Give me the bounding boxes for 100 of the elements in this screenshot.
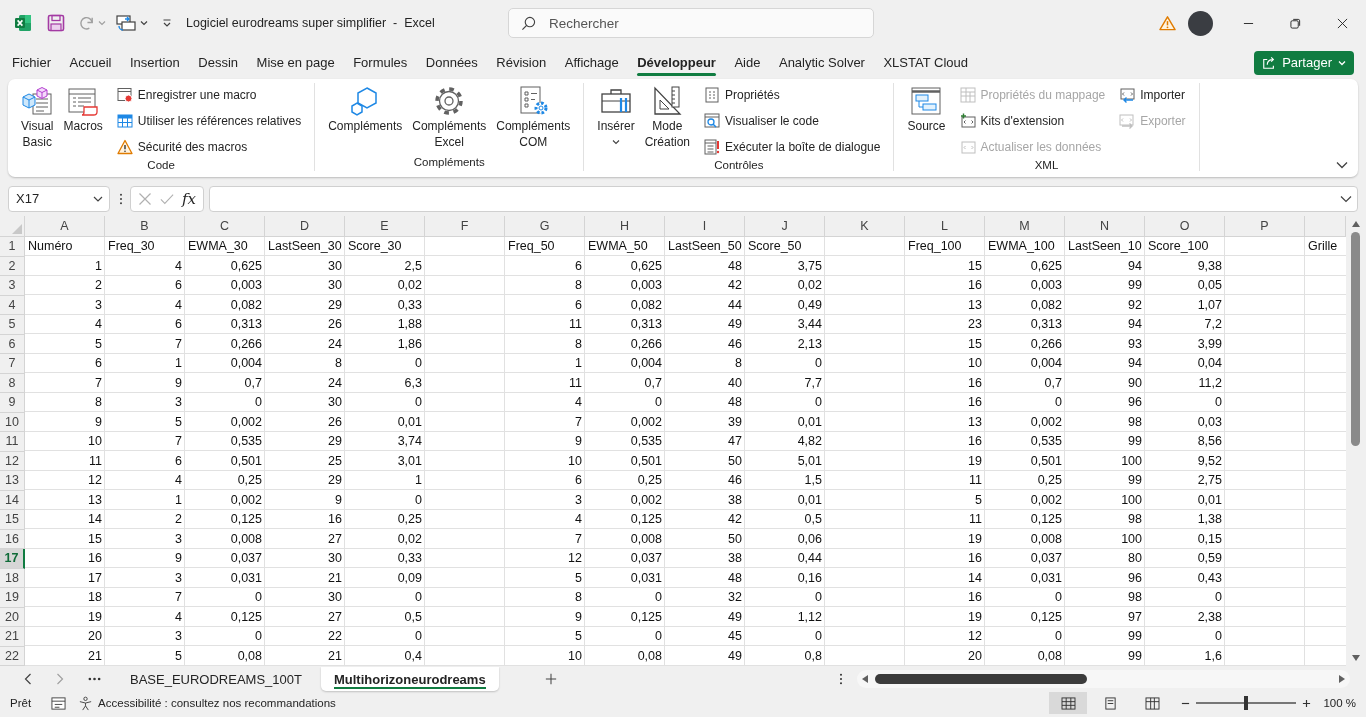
avatar-circle[interactable] (1188, 10, 1213, 36)
horizontal-scrollbar[interactable] (856, 670, 1350, 688)
table-cell-text: 93 (1127, 335, 1143, 353)
row-header[interactable]: 3 (0, 276, 25, 296)
menu-tab[interactable]: Données (417, 48, 486, 77)
row-header[interactable]: 13 (0, 471, 25, 491)
column-header[interactable]: M (985, 216, 1065, 237)
window-arrow-icon[interactable] (116, 14, 136, 32)
menu-tab[interactable]: Insertion (121, 48, 188, 77)
row-header[interactable]: 9 (0, 393, 25, 413)
table-cell-text: 0,25 (636, 472, 663, 489)
menu-tab[interactable]: Fichier (4, 48, 59, 77)
column-header[interactable]: N (1065, 216, 1145, 237)
table-cell-text: 16 (967, 277, 983, 294)
menu-tab[interactable]: Aide (726, 48, 769, 77)
row-header[interactable]: 19 (0, 588, 25, 608)
more-icon[interactable] (119, 192, 123, 205)
menu-tab[interactable]: Dessin (190, 48, 247, 77)
column-header[interactable]: E (345, 216, 425, 237)
zoom-level[interactable]: 100 % (1323, 697, 1356, 709)
ribbon-button[interactable]: Propriétés (701, 83, 884, 107)
menu-tab[interactable]: Analytic Solver (770, 48, 873, 77)
sheet-tab[interactable]: BASE_EURODREAMS_100T (117, 667, 315, 691)
table-cell-text: 0 (1054, 628, 1063, 645)
caret-icon[interactable] (140, 20, 148, 26)
ribbon-button[interactable]: Visualiser le code (701, 109, 884, 133)
menu-tab[interactable]: Développeur (629, 48, 724, 77)
save-icon[interactable] (47, 14, 65, 32)
menu-tab[interactable]: Formules (345, 48, 416, 77)
table-cell-text: 3,01 (396, 452, 423, 470)
ribbon-button[interactable]: Enregistrer une macro (113, 83, 305, 107)
column-header[interactable]: B (105, 216, 185, 237)
row-header[interactable]: 15 (0, 510, 25, 530)
column-header[interactable]: P (1225, 216, 1305, 237)
column-header[interactable]: O (1145, 216, 1225, 237)
chevron-down-icon[interactable] (1336, 161, 1348, 169)
menu-tab[interactable]: Affichage (556, 48, 627, 77)
table-cell-text: 49 (727, 608, 743, 626)
row-header[interactable]: 7 (0, 354, 25, 374)
chevron-down-icon[interactable] (1340, 194, 1352, 203)
ribbon-button[interactable]: Source (904, 83, 949, 137)
row-header[interactable]: 21 (0, 627, 25, 647)
table-cell-text: 94 (1127, 257, 1143, 275)
column-header[interactable]: I (665, 216, 745, 237)
zoom-in-icon[interactable] (1302, 698, 1312, 708)
column-header[interactable]: K (825, 216, 905, 237)
row-header[interactable]: 5 (0, 315, 25, 335)
table-cell-text: 1 (414, 472, 423, 489)
column-header[interactable]: J (745, 216, 825, 237)
scroll-up-icon[interactable] (1351, 220, 1361, 228)
more-icon[interactable] (838, 673, 843, 685)
search-field[interactable]: Rechercher (508, 8, 874, 38)
ribbon-button[interactable]: Visual Basic (18, 83, 57, 152)
row-header[interactable]: 11 (0, 432, 25, 452)
worksheet-icon[interactable] (51, 695, 67, 711)
warning-icon[interactable] (1159, 15, 1176, 31)
ribbon-button[interactable]: Utiliser les références relatives (113, 109, 305, 133)
menu-tab[interactable]: Révision (488, 48, 555, 77)
ribbon-button[interactable]: Compléments Excel (409, 83, 490, 152)
scroll-down-icon[interactable] (1351, 654, 1361, 662)
scroll-right-icon[interactable] (1338, 674, 1346, 684)
ribbon-button[interactable]: Macros (60, 83, 106, 137)
column-header[interactable]: G (505, 216, 585, 237)
column-header[interactable]: D (265, 216, 345, 237)
sheet-tab[interactable]: Multihorizoneurodreams (320, 667, 499, 691)
column-header[interactable]: L (905, 216, 985, 237)
name-box[interactable]: X17 (8, 185, 110, 212)
share-button[interactable]: Partager (1254, 50, 1354, 75)
accessibility-status[interactable]: Accessibilité : consultez nos recommandations (98, 697, 336, 709)
scroll-left-icon[interactable] (860, 674, 869, 684)
more-icon[interactable] (88, 677, 101, 681)
table-cell-text: 0,501 (1029, 452, 1063, 470)
column-header[interactable]: C (185, 216, 265, 237)
menu-tab[interactable]: XLSTAT Cloud (875, 48, 976, 77)
menu-tab[interactable]: Accueil (61, 48, 120, 77)
slider-thumb[interactable] (1244, 696, 1249, 710)
check-icon[interactable] (159, 191, 174, 206)
scrollbar-thumb[interactable] (1351, 232, 1360, 446)
scrollbar-thumb[interactable] (874, 674, 1087, 684)
ribbon-button[interactable]: Insérer (594, 83, 638, 147)
ribbon-button[interactable]: Compléments (325, 83, 406, 137)
ribbon-button[interactable]: Kits d'extension (956, 109, 1109, 133)
ribbon-button[interactable]: Mode Création (641, 83, 693, 152)
normal-view-button[interactable] (1049, 692, 1088, 714)
ribbon-button[interactable]: Compléments COM (493, 83, 574, 152)
ribbon-button[interactable]: Exécuter la boîte de dialogue (701, 135, 884, 159)
insert-function-button[interactable]: fx (181, 189, 196, 208)
menu-tab[interactable]: Mise en page (248, 48, 343, 77)
chevron-left-icon[interactable] (24, 673, 32, 685)
column-header[interactable]: F (425, 216, 505, 237)
column-header[interactable]: H (585, 216, 665, 237)
dropdown-icon[interactable] (162, 18, 172, 28)
row-header[interactable]: 1 (0, 237, 25, 257)
plus-icon[interactable] (544, 673, 557, 685)
ribbon-button[interactable]: Sécurité des macros (113, 135, 305, 159)
column-header[interactable]: A (25, 216, 105, 237)
row-header[interactable]: 17 (0, 549, 25, 569)
ribbon-button[interactable]: Importer (1116, 83, 1189, 107)
accessibility-icon[interactable] (78, 695, 94, 711)
formula-input[interactable] (209, 185, 1358, 212)
